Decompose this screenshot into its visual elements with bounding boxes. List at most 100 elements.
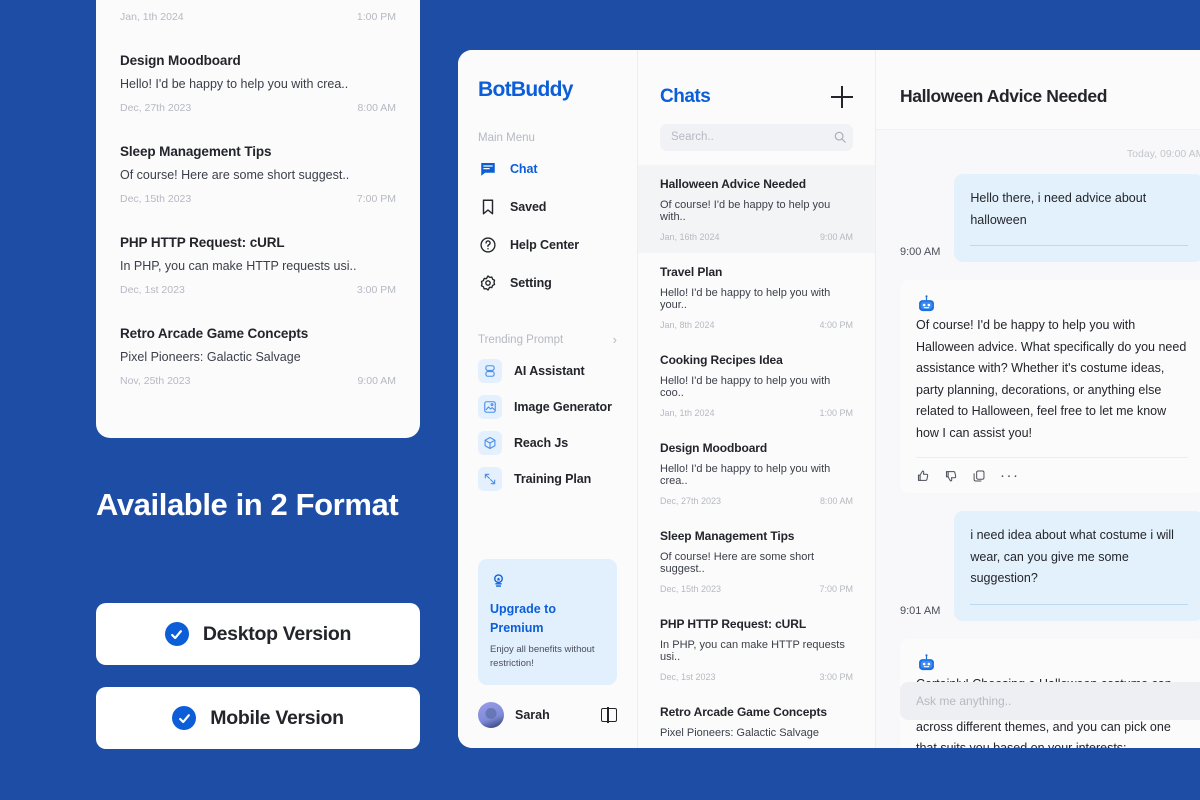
robot-icon	[478, 359, 502, 383]
thumbs-up-icon[interactable]	[916, 469, 930, 483]
preview-time: 1:00 PM	[356, 11, 396, 23]
chat-item-time: 7:00 PM	[819, 583, 853, 594]
chat-list-item-php-http-request-curl[interactable]: PHP HTTP Request: cURL In PHP, you can m…	[660, 605, 853, 693]
chat-list-item-cooking-recipes-idea[interactable]: Cooking Recipes Idea Hello! I'd be happy…	[660, 341, 853, 429]
bot-message-bubble: Of course! I'd be happy to help you with…	[900, 280, 1200, 493]
preview-title: Sleep Management Tips	[120, 144, 272, 159]
list-item[interactable]: Cooking Recipes Idea Hello! I'd be happy…	[120, 0, 396, 37]
message-row-bot: Of course! I'd be happy to help you with…	[900, 280, 1200, 493]
mobile-preview-card: Hello! I'd be happy to help you with you…	[96, 0, 420, 438]
chat-list-item-design-moodboard[interactable]: Design Moodboard Hello! I'd be happy to …	[660, 429, 853, 517]
desktop-version-label: Desktop Version	[202, 622, 352, 645]
chat-list-item-travel-plan[interactable]: Travel Plan Hello! I'd be happy to help …	[660, 253, 853, 341]
thumbs-down-icon[interactable]	[944, 469, 958, 483]
chat-item-meta: Jan, 1th 2024 1:00 PM	[660, 408, 853, 418]
arrows-icon	[478, 467, 502, 491]
sidebar-item-setting[interactable]: Setting	[478, 264, 617, 302]
preview-time: 8:00 AM	[357, 102, 396, 114]
main-menu-label: Main Menu	[478, 132, 617, 144]
chevron-right-icon: ›	[612, 332, 617, 347]
desktop-version-button[interactable]: Desktop Version	[96, 603, 420, 665]
upgrade-subtitle: Enjoy all benefits without restriction!	[490, 643, 595, 669]
preview-meta: Dec, 15th 2023 7:00 PM	[120, 193, 396, 205]
day-timestamp: Today, 09:00 AM	[1126, 148, 1200, 160]
app-logo: BotBuddy	[478, 78, 573, 101]
chats-title: Chats	[660, 86, 711, 107]
preview-snippet: In PHP, you can make HTTP requests usi..	[120, 259, 357, 273]
sidebar-item-ai-assistant-label: AI Assistant	[514, 364, 585, 378]
chat-item-snippet: Pixel Pioneers: Galactic Salvage	[660, 726, 819, 739]
page-title: Halloween Advice Needed	[900, 86, 1108, 106]
sidebar-item-training-plan[interactable]: Training Plan	[478, 461, 617, 497]
chat-item-meta: Dec, 1st 2023 3:00 PM	[660, 672, 853, 682]
chat-list-item-halloween-advice-needed[interactable]: Halloween Advice Needed Of course! I'd b…	[638, 164, 875, 253]
preview-meta: Dec, 27th 2023 8:00 AM	[120, 102, 396, 114]
upgrade-to-premium-card[interactable]: Upgrade to Premium Enjoy all benefits wi…	[478, 559, 617, 685]
search-box[interactable]	[660, 124, 853, 151]
preview-date: Jan, 1th 2024	[120, 11, 184, 23]
message-list: Today, 09:00 AM 9:00 AM Hello there, i n…	[876, 130, 1200, 748]
sidebar-item-image-generator[interactable]: Image Generator	[478, 389, 617, 425]
chat-item-title: Retro Arcade Game Concepts	[660, 704, 828, 719]
image-icon	[478, 395, 502, 419]
cube-icon	[478, 431, 502, 455]
chat-item-meta: Dec, 27th 2023 8:00 AM	[660, 496, 853, 506]
preview-date: Dec, 15th 2023	[120, 193, 192, 205]
chat-item-time: 3:00 PM	[819, 671, 853, 682]
preview-date: Nov, 25th 2023	[120, 375, 191, 387]
plus-icon[interactable]	[831, 86, 853, 108]
sidebar-item-ai-assistant[interactable]: AI Assistant	[478, 353, 617, 389]
chat-item-time: 1:00 PM	[819, 407, 853, 418]
robot-avatar-icon	[916, 294, 1188, 315]
chat-item-snippet: Hello! I'd be happy to help you with cre…	[660, 462, 831, 487]
list-item[interactable]: Retro Arcade Game Concepts Pixel Pioneer…	[120, 310, 396, 401]
preview-title: PHP HTTP Request: cURL	[120, 235, 285, 250]
chat-item-date: Jan, 16th 2024	[660, 231, 720, 242]
mobile-version-button[interactable]: Mobile Version	[96, 687, 420, 749]
app-window: BotBuddy Main Menu Chat Saved Help Cente…	[458, 50, 1200, 748]
sidebar-item-chat[interactable]: Chat	[478, 150, 617, 188]
chats-panel: Chats Halloween Advice Needed Of course!…	[638, 50, 876, 748]
sidebar-item-image-generator-label: Image Generator	[514, 400, 612, 414]
user-message-bubble: i need idea about what costume i will we…	[954, 511, 1200, 621]
preview-meta: Jan, 1th 2024 1:00 PM	[120, 11, 396, 23]
sidebar-item-help-center[interactable]: Help Center	[478, 226, 617, 264]
chat-item-date: Dec, 27th 2023	[660, 495, 722, 506]
badge-icon	[490, 572, 605, 591]
message-composer[interactable]	[900, 682, 1200, 720]
chat-item-title: Cooking Recipes Idea	[660, 352, 783, 367]
message-row-user: 9:01 AM i need idea about what costume i…	[900, 511, 1200, 621]
list-item[interactable]: Design Moodboard Hello! I'd be happy to …	[120, 37, 396, 128]
chat-list-item-retro-arcade-game-concepts[interactable]: Retro Arcade Game Concepts Pixel Pioneer…	[660, 693, 853, 748]
bot-message-text: Of course! I'd be happy to help you with…	[916, 318, 1187, 440]
sidebar-item-saved[interactable]: Saved	[478, 188, 617, 226]
panel-toggle-icon[interactable]	[601, 707, 617, 723]
gear-icon	[478, 273, 498, 293]
question-circle-icon	[478, 235, 498, 255]
chat-icon	[478, 159, 498, 179]
sidebar: BotBuddy Main Menu Chat Saved Help Cente…	[458, 50, 638, 748]
sidebar-item-reach-js[interactable]: Reach Js	[478, 425, 617, 461]
list-item[interactable]: Sleep Management Tips Of course! Here ar…	[120, 128, 396, 219]
trending-prompt-label: Trending Prompt	[478, 333, 564, 346]
main-menu-label-text: Main Menu	[478, 132, 535, 144]
copy-icon[interactable]	[972, 469, 986, 483]
user-profile[interactable]: Sarah	[478, 685, 617, 748]
preview-snippet: Hello! I'd be happy to help you with cre…	[120, 77, 349, 91]
more-icon[interactable]: ···	[1000, 468, 1020, 483]
bubble-divider	[970, 603, 1189, 605]
check-circle-icon	[164, 622, 189, 646]
trending-prompt-header[interactable]: Trending Prompt ›	[478, 332, 617, 347]
chat-list-item-sleep-management-tips[interactable]: Sleep Management Tips Of course! Here ar…	[660, 517, 853, 605]
preview-date: Dec, 27th 2023	[120, 102, 192, 114]
chat-item-date: Jan, 8th 2024	[660, 319, 715, 330]
list-item[interactable]: PHP HTTP Request: cURL In PHP, you can m…	[120, 219, 396, 310]
search-input[interactable]	[671, 131, 825, 144]
sidebar-item-reach-js-label: Reach Js	[514, 436, 569, 450]
message-input[interactable]	[916, 694, 1200, 708]
preview-meta: Nov, 25th 2023 9:00 AM	[120, 375, 396, 387]
sidebar-item-help-center-label: Help Center	[510, 238, 580, 252]
chat-item-title: Design Moodboard	[660, 440, 768, 455]
chats-header: Chats	[638, 50, 875, 108]
user-message-bubble: Hello there, i need advice about hallowe…	[954, 174, 1200, 262]
